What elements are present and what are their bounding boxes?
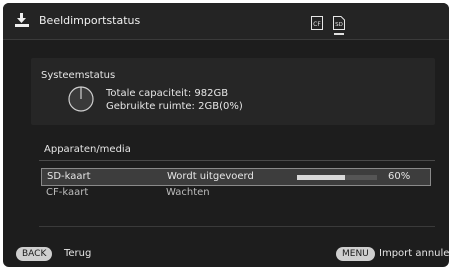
menu-button[interactable]: MENU bbox=[336, 247, 375, 261]
divider bbox=[39, 226, 435, 227]
cf-card-icon: CF bbox=[311, 16, 323, 30]
sd-card-label: SD bbox=[335, 22, 343, 28]
sd-card-icon: SD bbox=[333, 16, 345, 30]
device-row-cf[interactable]: CF-kaart Wachten bbox=[41, 185, 429, 201]
device-status: Wachten bbox=[166, 187, 210, 198]
page-title: Beeldimportstatus bbox=[39, 14, 141, 27]
back-button[interactable]: BACK bbox=[16, 247, 53, 261]
import-icon bbox=[14, 13, 30, 29]
devices-media-label: Apparaten/media bbox=[44, 144, 131, 155]
import-progress-bar bbox=[297, 175, 377, 180]
used-space-text: Gebruikte ruimte: 2GB(0%) bbox=[106, 101, 243, 112]
import-progress-fill bbox=[297, 175, 345, 180]
title-bar: Beeldimportstatus CF SD bbox=[3, 3, 449, 40]
active-card-indicator bbox=[334, 33, 344, 35]
device-row-sd[interactable]: SD-kaart Wordt uitgevoerd 60% bbox=[41, 168, 431, 186]
system-status-panel: Systeemstatus Totale capaciteit: 982GB G… bbox=[31, 58, 435, 125]
device-name: CF-kaart bbox=[46, 187, 89, 198]
device-status: Wordt uitgevoerd bbox=[167, 171, 254, 182]
progress-percent: 60% bbox=[388, 171, 411, 182]
divider bbox=[39, 160, 435, 161]
import-status-screen: Beeldimportstatus CF SD Systeemstatus To… bbox=[3, 3, 449, 267]
back-label: Terug bbox=[64, 248, 92, 259]
cf-card-label: CF bbox=[313, 21, 321, 28]
storage-usage-pie bbox=[68, 86, 94, 112]
device-name: SD-kaart bbox=[47, 171, 91, 182]
system-status-label: Systeemstatus bbox=[41, 70, 116, 81]
cancel-import-label: Import annuleren bbox=[379, 248, 449, 259]
total-capacity-text: Totale capaciteit: 982GB bbox=[106, 88, 229, 99]
